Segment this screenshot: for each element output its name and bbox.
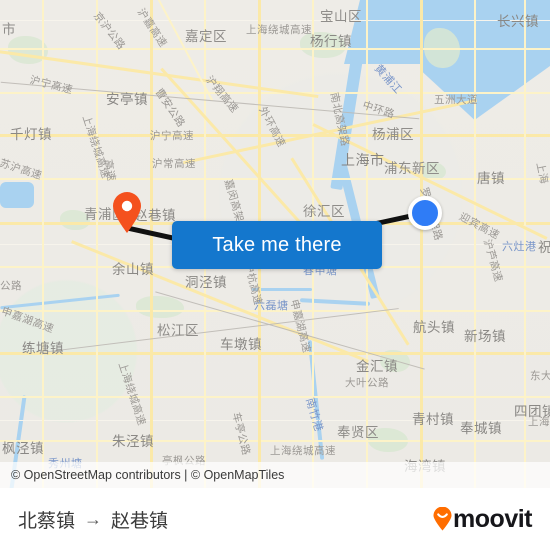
origin-pin-icon[interactable] <box>112 192 142 234</box>
moovit-pin-icon <box>433 506 452 531</box>
attribution-text[interactable]: © OpenStreetMap contributors | © OpenMap… <box>0 468 284 482</box>
trip-destination: 赵巷镇 <box>111 510 169 532</box>
moovit-wordmark: moovit <box>453 504 532 533</box>
trip-origin: 北蔡镇 <box>18 510 76 532</box>
footer-bar: 北蔡镇 → 赵巷镇 moovit <box>0 488 550 550</box>
arrow-right-icon: → <box>84 508 103 529</box>
take-me-there-label: Take me there <box>212 233 342 256</box>
take-me-there-button[interactable]: Take me there <box>172 221 382 269</box>
moovit-map-page: 市京沪公路 沪嘉高速 嘉定区 上海绕城高速 宝山区 长兴镇 杨行镇 沪宁高速 沪翔高速 黄浦江 五洲… <box>0 0 550 550</box>
map-attribution-bar: © OpenStreetMap contributors | © OpenMap… <box>0 462 550 488</box>
moovit-logo[interactable]: moovit <box>433 505 532 534</box>
destination-dot-icon[interactable] <box>408 196 442 230</box>
map-canvas[interactable]: 市京沪公路 沪嘉高速 嘉定区 上海绕城高速 宝山区 长兴镇 杨行镇 沪宁高速 沪翔高速 黄浦江 五洲… <box>0 0 550 488</box>
trip-summary: 北蔡镇 → 赵巷镇 <box>18 506 168 533</box>
